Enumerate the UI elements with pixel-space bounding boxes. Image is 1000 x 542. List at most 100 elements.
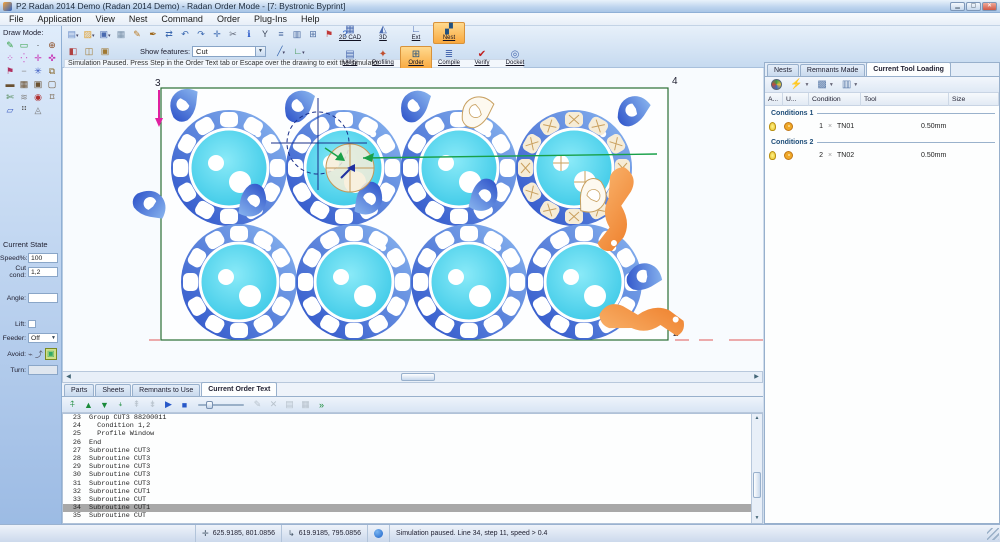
edit-pencil-icon[interactable]: ✎ [130, 28, 144, 41]
feeder-dropdown[interactable]: Off ▼ [28, 333, 58, 343]
column-header-tool[interactable]: Tool [861, 93, 949, 106]
scroll-down-icon[interactable]: ▼ [752, 514, 762, 523]
tab-nests[interactable]: Nests [767, 64, 799, 76]
tool-row[interactable]: 1×TN010.50mm [765, 117, 999, 135]
order-text-line[interactable]: 33Subroutine CUT [63, 496, 762, 504]
minimize-button[interactable]: ▁ [950, 2, 965, 11]
show-features-dropdown[interactable]: Cut ▼ [192, 46, 266, 57]
angle-field[interactable] [28, 293, 58, 303]
undo-icon[interactable]: ↶ [178, 28, 192, 41]
order-button[interactable]: ⊞Order [400, 46, 432, 70]
sim-toggle-icon[interactable]: ◧ [66, 45, 80, 58]
order-text-line[interactable]: 31Subroutine CUT3 [63, 480, 762, 488]
cut-cond-field[interactable]: 1,2 [28, 267, 58, 277]
draw-gear-icon[interactable]: ✳ [31, 65, 45, 78]
draw-shear-icon[interactable]: ✄ [3, 91, 17, 104]
draw-dots-icon[interactable]: ⠛ [17, 104, 31, 117]
menu-file[interactable]: File [2, 13, 31, 26]
info-icon[interactable]: ℹ [242, 28, 256, 41]
order-text-line[interactable]: 32Subroutine CUT1 [63, 488, 762, 496]
run-to-start-icon[interactable]: ⍏ [66, 399, 79, 410]
speed-field[interactable]: 100 [28, 253, 58, 263]
avoid-active-button[interactable]: ▣ [45, 348, 57, 360]
step-back-icon[interactable]: ▲ [82, 400, 95, 410]
tab-current-tool-loading[interactable]: Current Tool Loading [866, 62, 951, 76]
draw-trim-icon[interactable]: ⊕ [45, 39, 59, 52]
mode-nest-button[interactable]: ▞Nest [433, 22, 465, 44]
menu-view[interactable]: View [89, 13, 122, 26]
utility-button[interactable]: ▤Utility [334, 46, 366, 70]
auto-tooling-icon[interactable]: ⚡ ▼ [790, 79, 809, 90]
code-vscrollbar[interactable]: ▲ ▼ [751, 414, 762, 523]
step-forward-icon[interactable]: ▼ [98, 400, 111, 410]
menu-help[interactable]: Help [294, 13, 327, 26]
vscroll-thumb[interactable] [753, 472, 761, 498]
draw-line-icon[interactable]: ✎ [3, 39, 17, 52]
draw-rotate-icon[interactable]: ✜ [45, 52, 59, 65]
canvas-hscrollbar[interactable]: ◀ ▶ [62, 371, 763, 383]
draw-dash-icon[interactable]: − [17, 65, 31, 78]
tool-row[interactable]: 2×TN020.50mm [765, 146, 999, 164]
new-file-icon[interactable]: ▤ [66, 28, 80, 41]
order-text-line[interactable]: 30Subroutine CUT3 [63, 471, 762, 479]
view-grid-icon[interactable]: ▩ ▼ [817, 79, 833, 90]
docket-button[interactable]: ◎Docket [499, 46, 531, 70]
move-icon[interactable]: ✛ [210, 28, 224, 41]
delete-order-icon[interactable]: ✕ [267, 399, 280, 410]
snap-icon[interactable]: ⊞ [306, 28, 320, 41]
chevron-down-icon[interactable]: ▼ [255, 47, 265, 56]
menu-nest[interactable]: Nest [122, 13, 155, 26]
order-text-listing[interactable]: 23Group CUT3 8820001124 Condition 1,225 … [62, 413, 763, 524]
tab-current-order-text[interactable]: Current Order Text [201, 382, 277, 396]
copy-icon[interactable]: ⇄ [162, 28, 176, 41]
menu-application[interactable]: Application [31, 13, 89, 26]
turret-icon[interactable] [771, 79, 782, 90]
edit-order-icon[interactable]: ✎ [251, 399, 264, 410]
draw-sheet-icon[interactable]: ▱ [3, 104, 17, 117]
maximize-button[interactable]: ▢ [966, 2, 981, 11]
column-header-condition[interactable]: Condition [809, 93, 861, 106]
hscroll-thumb[interactable] [401, 373, 435, 381]
close-button[interactable]: ✕ [982, 2, 997, 11]
line-style-icon[interactable]: ╱ [274, 45, 288, 58]
draw-frame-icon[interactable]: ▣ [31, 78, 45, 91]
menu-order[interactable]: Order [210, 13, 247, 26]
column-header-u[interactable]: U... [783, 93, 809, 106]
scroll-right-icon[interactable]: ▶ [751, 372, 762, 382]
mode-2d-cad-button[interactable]: ▦2D CAD [334, 22, 366, 44]
mode-ext-button[interactable]: ∟Ext [400, 22, 432, 44]
window-frame-icon[interactable]: ▣ [98, 45, 112, 58]
slider-thumb[interactable] [206, 401, 213, 409]
speed-slider[interactable] [198, 401, 244, 409]
order-text-line[interactable]: 23Group CUT3 88200011 [63, 414, 762, 422]
lift-checkbox[interactable] [28, 320, 36, 328]
menu-plug-ins[interactable]: Plug-Ins [247, 13, 294, 26]
open-icon[interactable]: ▨ [82, 28, 96, 41]
order-text-line[interactable]: 24 Condition 1,2 [63, 422, 762, 430]
resize-grip[interactable] [987, 528, 999, 540]
order-text-line[interactable]: 34Subroutine CUT1 [63, 504, 762, 512]
cut-icon[interactable]: ✂ [226, 28, 240, 41]
draw-flagpt-icon[interactable]: ⚑ [3, 65, 17, 78]
order-text-line[interactable]: 27Subroutine CUT3 [63, 447, 762, 455]
pen-icon[interactable]: ✒ [146, 28, 160, 41]
view-list-icon[interactable]: ▥ ▼ [842, 79, 858, 90]
paste-order-icon[interactable]: ▦ [299, 399, 312, 410]
filter-icon[interactable]: Y [258, 28, 272, 41]
window-single-icon[interactable]: ◫ [82, 45, 96, 58]
skip-forward-icon[interactable]: ⇟ [146, 399, 159, 410]
print-icon[interactable]: ▦ [114, 28, 128, 41]
draw-point-icon[interactable]: · [31, 39, 45, 52]
menu-command[interactable]: Command [154, 13, 210, 26]
draw-array-icon[interactable]: ⁛ [17, 52, 31, 65]
profiling-button[interactable]: ✦Profiling [367, 46, 399, 70]
draw-box-icon[interactable]: ▢ [45, 78, 59, 91]
scroll-up-icon[interactable]: ▲ [752, 414, 762, 423]
draw-table-icon[interactable]: ▬ [3, 78, 17, 91]
draw-move-icon[interactable]: ✛ [31, 52, 45, 65]
redo-icon[interactable]: ↷ [194, 28, 208, 41]
column-header-a[interactable]: A... [765, 93, 783, 106]
draw-rect-icon[interactable]: ▭ [17, 39, 31, 52]
measure-icon[interactable]: ≡ [274, 28, 288, 41]
skip-back-icon[interactable]: ⇞ [130, 399, 143, 410]
